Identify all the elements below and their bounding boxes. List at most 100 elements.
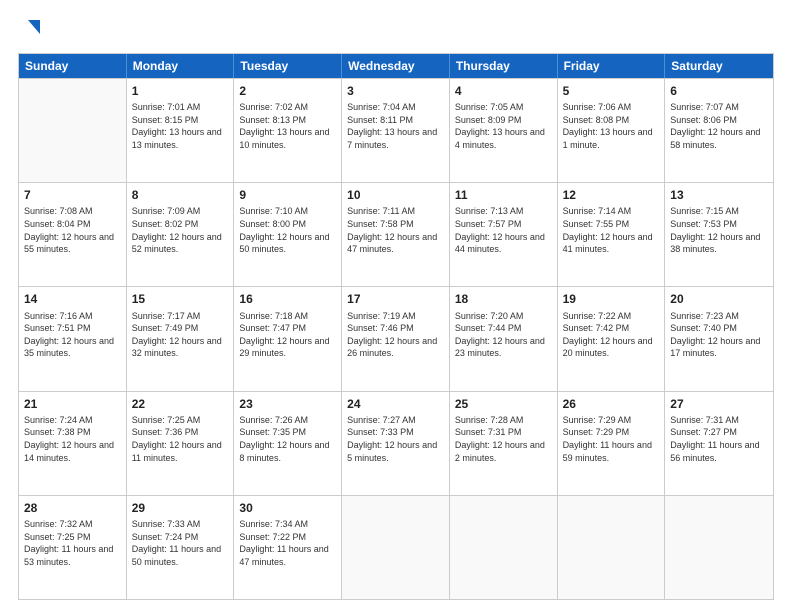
calendar-body: 1 Sunrise: 7:01 AM Sunset: 8:15 PM Daylig… (19, 78, 773, 599)
cal-cell: 24Sunrise: 7:27 AM Sunset: 7:33 PM Dayli… (342, 392, 450, 495)
cell-info: Sunrise: 7:07 AM Sunset: 8:06 PM Dayligh… (670, 101, 768, 151)
day-number: 1 (132, 83, 229, 99)
cal-cell: 21Sunrise: 7:24 AM Sunset: 7:38 PM Dayli… (19, 392, 127, 495)
cell-info: Sunrise: 7:04 AM Sunset: 8:11 PM Dayligh… (347, 101, 444, 151)
day-number: 3 (347, 83, 444, 99)
cell-info: Sunrise: 7:17 AM Sunset: 7:49 PM Dayligh… (132, 310, 229, 360)
cal-cell: 14 Sunrise: 7:16 AM Sunset: 7:51 PM Dayli… (19, 287, 127, 390)
day-number: 19 (563, 291, 660, 307)
day-number: 29 (132, 500, 229, 516)
header-day-monday: Monday (127, 54, 235, 78)
cal-cell: 1 Sunrise: 7:01 AM Sunset: 8:15 PM Daylig… (127, 79, 235, 182)
day-number: 2 (239, 83, 336, 99)
cal-cell: 3 Sunrise: 7:04 AM Sunset: 8:11 PM Daylig… (342, 79, 450, 182)
cell-info: Sunrise: 7:32 AM Sunset: 7:25 PM Dayligh… (24, 518, 121, 568)
cal-cell: 22 Sunrise: 7:25 AM Sunset: 7:36 PM Dayli… (127, 392, 235, 495)
day-number: 5 (563, 83, 660, 99)
header-day-wednesday: Wednesday (342, 54, 450, 78)
day-number: 10 (347, 187, 444, 203)
cal-cell: 27Sunrise: 7:31 AM Sunset: 7:27 PM Dayli… (665, 392, 773, 495)
day-number: 9 (239, 187, 336, 203)
day-number: 16 (239, 291, 336, 307)
cell-info: Sunrise: 7:29 AM Sunset: 7:29 PM Dayligh… (563, 414, 660, 464)
cal-cell: 2Sunrise: 7:02 AM Sunset: 8:13 PM Daylig… (234, 79, 342, 182)
week-row-3: 14 Sunrise: 7:16 AM Sunset: 7:51 PM Dayli… (19, 286, 773, 390)
day-number: 4 (455, 83, 552, 99)
cell-info: Sunrise: 7:15 AM Sunset: 7:53 PM Dayligh… (670, 205, 768, 255)
cal-cell: 30 Sunrise: 7:34 AM Sunset: 7:22 PM Dayli… (234, 496, 342, 599)
cal-cell (342, 496, 450, 599)
cal-cell (558, 496, 666, 599)
day-number: 13 (670, 187, 768, 203)
cal-cell: 26 Sunrise: 7:29 AM Sunset: 7:29 PM Dayli… (558, 392, 666, 495)
page: SundayMondayTuesdayWednesdayThursdayFrid… (0, 0, 792, 612)
day-number: 23 (239, 396, 336, 412)
cell-info: Sunrise: 7:01 AM Sunset: 8:15 PM Dayligh… (132, 101, 229, 151)
cell-info: Sunrise: 7:13 AM Sunset: 7:57 PM Dayligh… (455, 205, 552, 255)
cal-cell: 9 Sunrise: 7:10 AM Sunset: 8:00 PM Daylig… (234, 183, 342, 286)
week-row-5: 28Sunrise: 7:32 AM Sunset: 7:25 PM Dayli… (19, 495, 773, 599)
day-number: 26 (563, 396, 660, 412)
cell-info: Sunrise: 7:08 AM Sunset: 8:04 PM Dayligh… (24, 205, 121, 255)
cal-cell: 19 Sunrise: 7:22 AM Sunset: 7:42 PM Dayli… (558, 287, 666, 390)
day-number: 14 (24, 291, 121, 307)
day-number: 8 (132, 187, 229, 203)
cal-cell: 25 Sunrise: 7:28 AM Sunset: 7:31 PM Dayli… (450, 392, 558, 495)
cell-info: Sunrise: 7:33 AM Sunset: 7:24 PM Dayligh… (132, 518, 229, 568)
cal-cell: 17 Sunrise: 7:19 AM Sunset: 7:46 PM Dayli… (342, 287, 450, 390)
cal-cell: 29 Sunrise: 7:33 AM Sunset: 7:24 PM Dayli… (127, 496, 235, 599)
week-row-2: 7 Sunrise: 7:08 AM Sunset: 8:04 PM Daylig… (19, 182, 773, 286)
cell-info: Sunrise: 7:11 AM Sunset: 7:58 PM Dayligh… (347, 205, 444, 255)
cell-info: Sunrise: 7:23 AM Sunset: 7:40 PM Dayligh… (670, 310, 768, 360)
cal-cell: 23 Sunrise: 7:26 AM Sunset: 7:35 PM Dayli… (234, 392, 342, 495)
header-day-sunday: Sunday (19, 54, 127, 78)
calendar-header: SundayMondayTuesdayWednesdayThursdayFrid… (19, 54, 773, 78)
cell-info: Sunrise: 7:27 AM Sunset: 7:33 PM Dayligh… (347, 414, 444, 464)
cell-info: Sunrise: 7:25 AM Sunset: 7:36 PM Dayligh… (132, 414, 229, 464)
cal-cell: 18 Sunrise: 7:20 AM Sunset: 7:44 PM Dayli… (450, 287, 558, 390)
cal-cell: 10 Sunrise: 7:11 AM Sunset: 7:58 PM Dayli… (342, 183, 450, 286)
cal-cell: 7 Sunrise: 7:08 AM Sunset: 8:04 PM Daylig… (19, 183, 127, 286)
cell-info: Sunrise: 7:10 AM Sunset: 8:00 PM Dayligh… (239, 205, 336, 255)
cell-info: Sunrise: 7:16 AM Sunset: 7:51 PM Dayligh… (24, 310, 121, 360)
cal-cell: 20 Sunrise: 7:23 AM Sunset: 7:40 PM Dayli… (665, 287, 773, 390)
cell-info: Sunrise: 7:28 AM Sunset: 7:31 PM Dayligh… (455, 414, 552, 464)
cell-info: Sunrise: 7:34 AM Sunset: 7:22 PM Dayligh… (239, 518, 336, 568)
day-number: 7 (24, 187, 121, 203)
cal-cell: 28Sunrise: 7:32 AM Sunset: 7:25 PM Dayli… (19, 496, 127, 599)
calendar: SundayMondayTuesdayWednesdayThursdayFrid… (18, 53, 774, 600)
cal-cell: 15 Sunrise: 7:17 AM Sunset: 7:49 PM Dayli… (127, 287, 235, 390)
header (18, 16, 774, 43)
header-day-friday: Friday (558, 54, 666, 78)
cal-cell: 5Sunrise: 7:06 AM Sunset: 8:08 PM Daylig… (558, 79, 666, 182)
day-number: 11 (455, 187, 552, 203)
header-day-tuesday: Tuesday (234, 54, 342, 78)
logo (18, 16, 42, 43)
cal-cell: 8 Sunrise: 7:09 AM Sunset: 8:02 PM Daylig… (127, 183, 235, 286)
cell-info: Sunrise: 7:18 AM Sunset: 7:47 PM Dayligh… (239, 310, 336, 360)
day-number: 17 (347, 291, 444, 307)
cal-cell: 11 Sunrise: 7:13 AM Sunset: 7:57 PM Dayli… (450, 183, 558, 286)
cell-info: Sunrise: 7:22 AM Sunset: 7:42 PM Dayligh… (563, 310, 660, 360)
day-number: 22 (132, 396, 229, 412)
day-number: 25 (455, 396, 552, 412)
day-number: 20 (670, 291, 768, 307)
logo-triangle-icon (20, 16, 42, 38)
cal-cell: 13 Sunrise: 7:15 AM Sunset: 7:53 PM Dayli… (665, 183, 773, 286)
cal-cell (450, 496, 558, 599)
day-number: 15 (132, 291, 229, 307)
day-number: 18 (455, 291, 552, 307)
day-number: 12 (563, 187, 660, 203)
cell-info: Sunrise: 7:09 AM Sunset: 8:02 PM Dayligh… (132, 205, 229, 255)
day-number: 6 (670, 83, 768, 99)
week-row-4: 21Sunrise: 7:24 AM Sunset: 7:38 PM Dayli… (19, 391, 773, 495)
cell-info: Sunrise: 7:26 AM Sunset: 7:35 PM Dayligh… (239, 414, 336, 464)
cell-info: Sunrise: 7:24 AM Sunset: 7:38 PM Dayligh… (24, 414, 121, 464)
cell-info: Sunrise: 7:19 AM Sunset: 7:46 PM Dayligh… (347, 310, 444, 360)
cal-cell (665, 496, 773, 599)
cal-cell: 12Sunrise: 7:14 AM Sunset: 7:55 PM Dayli… (558, 183, 666, 286)
cal-cell: 6 Sunrise: 7:07 AM Sunset: 8:06 PM Daylig… (665, 79, 773, 182)
cell-info: Sunrise: 7:20 AM Sunset: 7:44 PM Dayligh… (455, 310, 552, 360)
day-number: 30 (239, 500, 336, 516)
header-day-thursday: Thursday (450, 54, 558, 78)
